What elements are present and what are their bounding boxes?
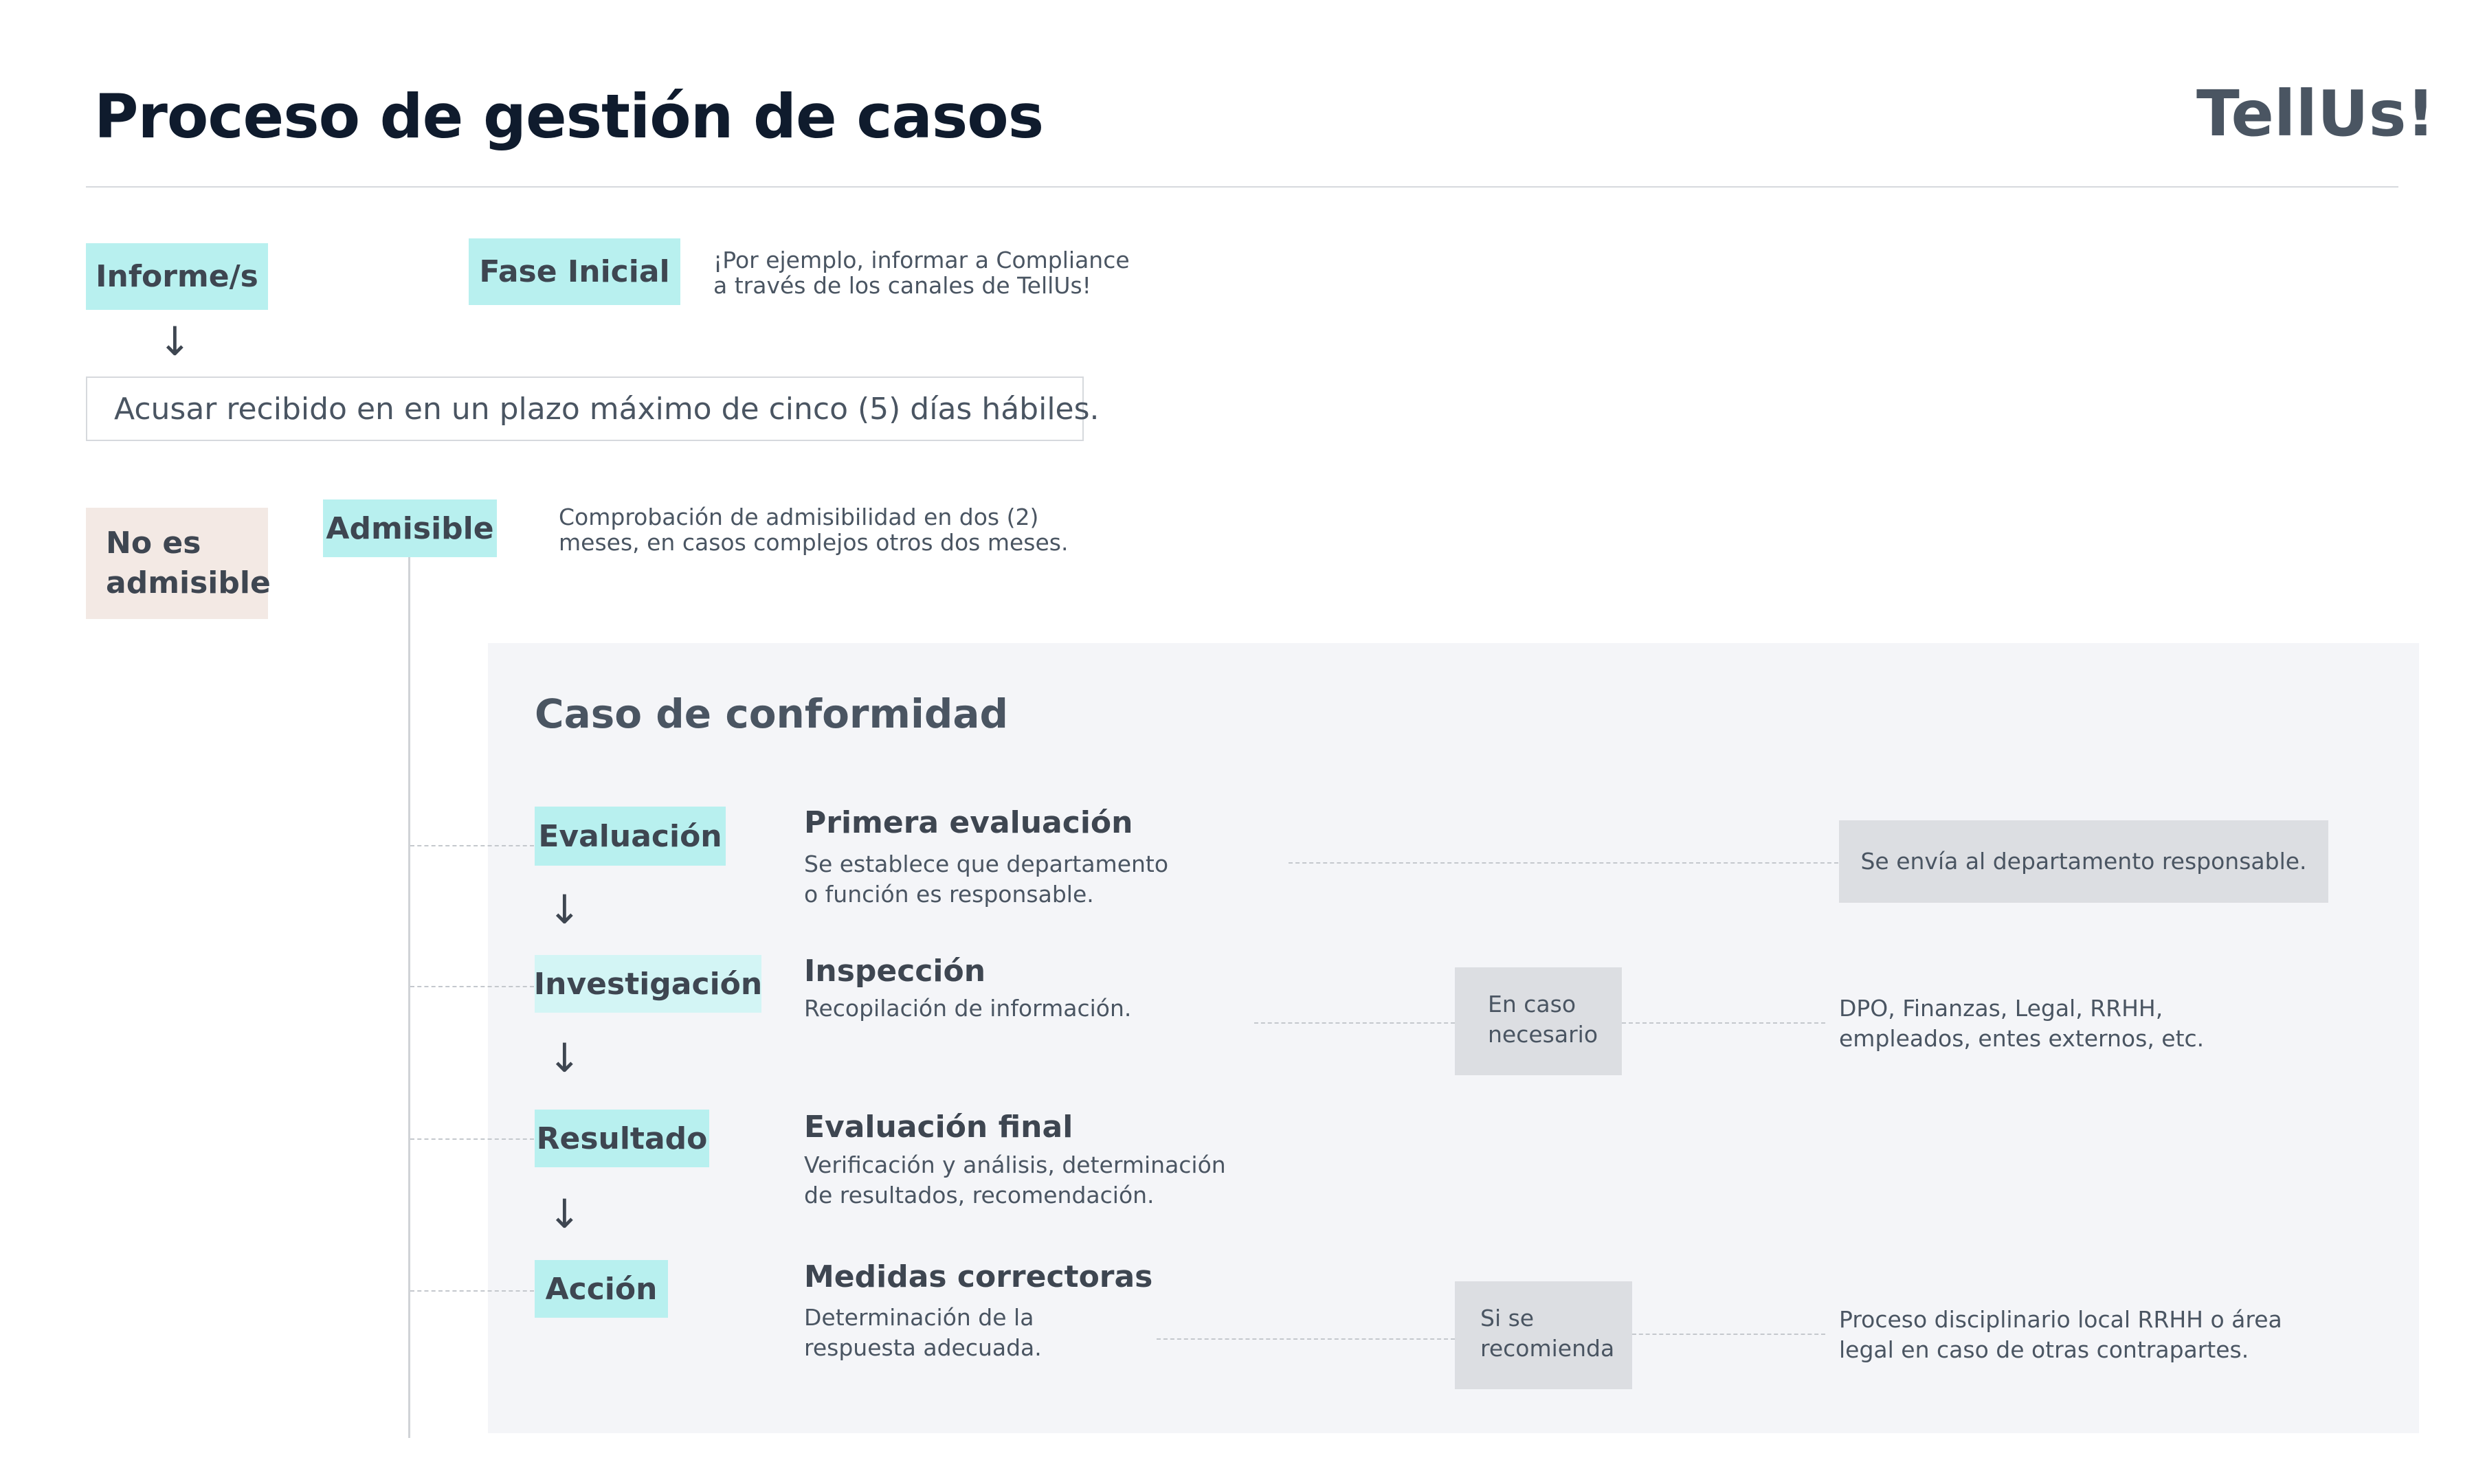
if-recommended-box: Si se recomienda (1455, 1281, 1632, 1389)
connector-line (1254, 1022, 1455, 1024)
down-arrow-icon: ↓ (548, 1191, 581, 1237)
evaluation-tag: Evaluación (535, 807, 726, 866)
if-necessary-box: En caso necesario (1455, 967, 1622, 1075)
acknowledge-box: Acusar recibido en en un plazo máximo de… (86, 376, 1100, 441)
admissibility-note: Comprobación de admisibilidad en dos (2)… (559, 504, 1069, 556)
connector-line (410, 845, 534, 846)
step-description: Recopilación de información. (804, 995, 1132, 1022)
investigation-tag: Investigación (534, 955, 762, 1013)
connector-line (1289, 862, 1838, 864)
header-divider (86, 186, 2398, 188)
initial-phase-note: ¡Por ejemplo, informar a Compliance a tr… (713, 247, 1130, 299)
connector-line (410, 1290, 534, 1292)
step-description: Determinación de la respuesta adecuada. (804, 1304, 1042, 1361)
step-title: Inspección (804, 954, 986, 989)
action-tag: Acción (535, 1260, 668, 1318)
responsible-department-box: Se envía al departamento responsable. (1839, 820, 2328, 903)
involved-parties-text: DPO, Finanzas, Legal, RRHH, empleados, e… (1839, 995, 2205, 1052)
down-arrow-icon: ↓ (158, 318, 192, 365)
step-title: Medidas correctoras (804, 1259, 1153, 1294)
step-description: Se establece que departamento o función … (804, 851, 1169, 908)
connector-line (410, 986, 534, 987)
page-title: Proceso de gestión de casos (94, 81, 1044, 152)
down-arrow-icon: ↓ (548, 1035, 581, 1081)
down-arrow-icon: ↓ (548, 886, 581, 933)
connector-line (1632, 1334, 1825, 1335)
process-trunk-line (408, 557, 410, 1438)
report-tag: Informe/s (86, 243, 268, 310)
result-tag: Resultado (535, 1110, 709, 1167)
brand-logo: TellUs! (2196, 77, 2436, 150)
connector-line (1157, 1338, 1455, 1340)
admissible-tag: Admisible (323, 499, 497, 557)
step-title: Primera evaluación (804, 805, 1133, 840)
case-title: Caso de conformidad (535, 690, 1009, 737)
step-description: Verificación y análisis, determinación d… (804, 1151, 1226, 1208)
step-title: Evaluación final (804, 1110, 1073, 1145)
connector-line (410, 1138, 534, 1140)
connector-line (1622, 1022, 1825, 1024)
disciplinary-process-text: Proceso disciplinario local RRHH o área … (1839, 1306, 2282, 1363)
not-admissible-tag: No es admisible (86, 508, 271, 619)
initial-phase-tag: Fase Inicial (469, 238, 680, 305)
